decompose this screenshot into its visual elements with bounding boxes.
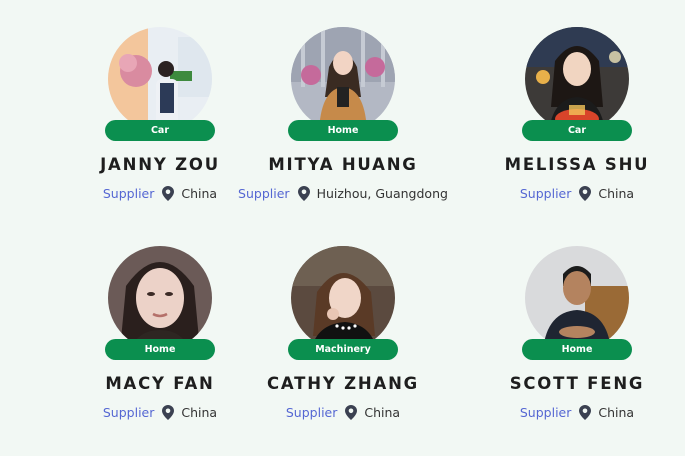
supplier-grid: Car JANNY ZOU Supplier China Home MITYA …: [0, 0, 685, 454]
supplier-meta: Supplier Huizhou, Guangdong: [234, 186, 452, 201]
supplier-meta: Supplier China: [234, 405, 452, 420]
supplier-meta: Supplier China: [468, 186, 685, 201]
map-pin-icon: [345, 405, 358, 420]
supplier-role: Supplier: [238, 186, 290, 201]
category-badge: Home: [105, 339, 215, 360]
supplier-avatar[interactable]: [291, 246, 395, 350]
supplier-role: Supplier: [285, 405, 338, 420]
category-badge: Car: [105, 120, 215, 141]
supplier-location: China: [181, 186, 218, 201]
map-pin-icon: [579, 186, 592, 201]
supplier-role: Supplier: [102, 186, 155, 201]
supplier-avatar[interactable]: [108, 246, 212, 350]
map-pin-icon: [162, 186, 175, 201]
supplier-name[interactable]: MELISSA SHU: [468, 155, 685, 174]
supplier-card[interactable]: Home SCOTT FENG Supplier China: [468, 246, 685, 456]
supplier-avatar[interactable]: [525, 27, 629, 131]
map-pin-icon: [297, 186, 310, 201]
supplier-name[interactable]: SCOTT FENG: [468, 374, 685, 393]
supplier-location: Huizhou, Guangdong: [316, 186, 448, 201]
supplier-location: China: [364, 405, 401, 420]
supplier-meta: Supplier China: [468, 405, 685, 420]
supplier-avatar[interactable]: [525, 246, 629, 350]
supplier-card[interactable]: Home MITYA HUANG Supplier Huizhou, Guang…: [234, 27, 454, 237]
supplier-name[interactable]: CATHY ZHANG: [234, 374, 452, 393]
category-badge: Home: [522, 339, 632, 360]
supplier-card[interactable]: Machinery CATHY ZHANG Supplier China: [234, 246, 454, 456]
supplier-role: Supplier: [519, 186, 572, 201]
supplier-location: China: [598, 405, 635, 420]
category-badge: Machinery: [288, 339, 398, 360]
supplier-role: Supplier: [102, 405, 155, 420]
supplier-avatar[interactable]: [108, 27, 212, 131]
map-pin-icon: [162, 405, 175, 420]
category-badge: Car: [522, 120, 632, 141]
supplier-location: China: [598, 186, 635, 201]
supplier-card[interactable]: Car MELISSA SHU Supplier China: [468, 27, 685, 237]
supplier-role: Supplier: [519, 405, 572, 420]
map-pin-icon: [579, 405, 592, 420]
supplier-location: China: [181, 405, 218, 420]
supplier-avatar[interactable]: [291, 27, 395, 131]
category-badge: Home: [288, 120, 398, 141]
supplier-name[interactable]: MITYA HUANG: [234, 155, 452, 174]
